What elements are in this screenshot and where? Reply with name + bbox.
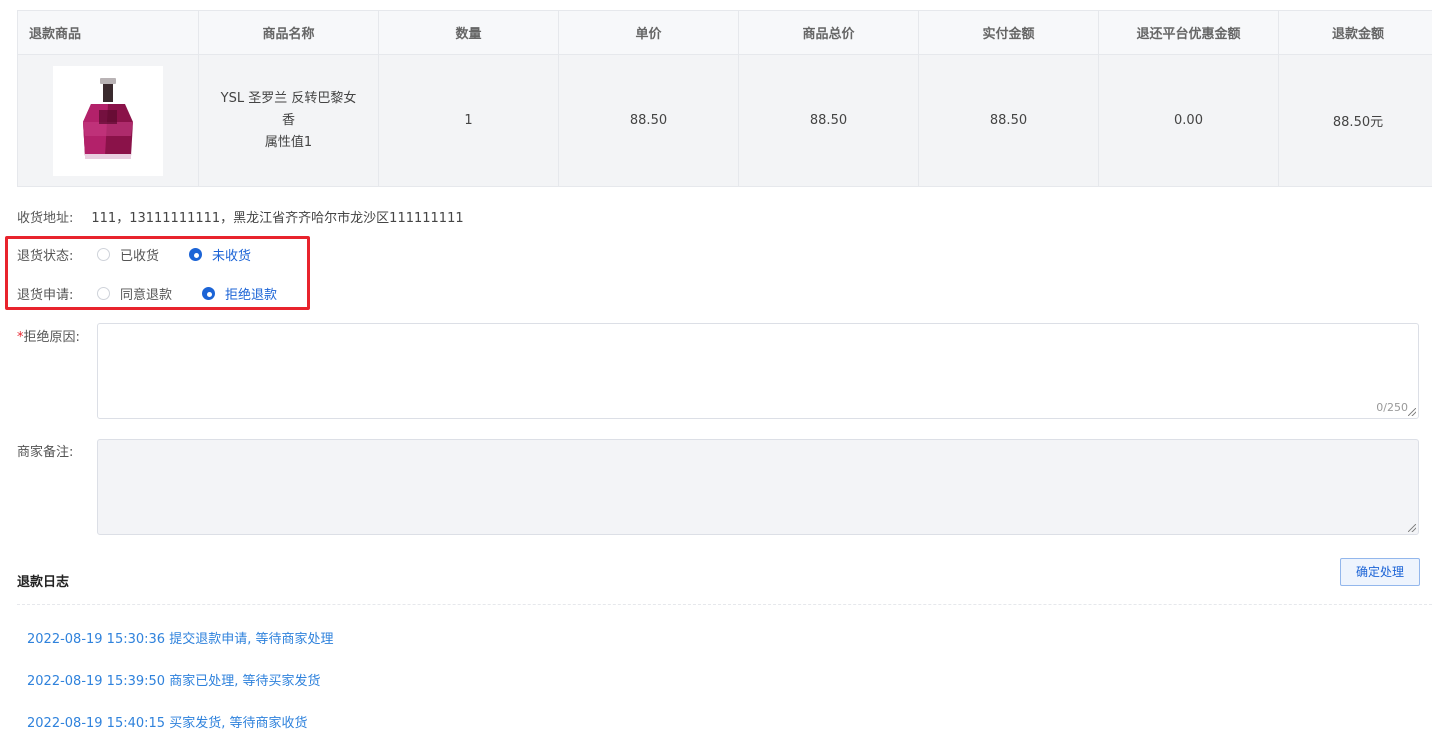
total-price-cell: 88.50 xyxy=(738,54,919,187)
product-name-line2: 香 xyxy=(281,112,295,128)
radio-agree-refund[interactable]: 同意退款 xyxy=(97,284,172,303)
return-status-group: 退货状态: 已收货 未收货 xyxy=(17,245,281,264)
reject-reason-label: *拒绝原因: xyxy=(17,326,80,345)
radio-received-label: 已收货 xyxy=(120,249,160,264)
resize-handle-icon[interactable] xyxy=(1408,524,1416,532)
radio-circle-icon xyxy=(97,287,110,300)
radio-reject-refund[interactable]: 拒绝退款 xyxy=(202,284,277,303)
refund-items-table: 退款商品 商品名称 数量 单价 商品总价 实付金额 退还平台优惠金额 退款金额 xyxy=(17,10,1432,187)
refund-log-title: 退款日志 xyxy=(17,575,70,590)
perfume-bottle-icon xyxy=(83,77,133,159)
return-request-group: 退货申请: 同意退款 拒绝退款 xyxy=(17,284,307,303)
radio-agree-refund-label: 同意退款 xyxy=(120,288,173,303)
product-name-cell: YSL 圣罗兰 反转巴黎女 香 属性值1 xyxy=(198,54,379,187)
col-header-platform-discount: 退还平台优惠金额 xyxy=(1098,10,1279,55)
address-label: 收货地址: xyxy=(17,211,74,226)
confirm-process-button[interactable]: 确定处理 xyxy=(1340,558,1420,586)
unit-price-cell: 88.50 xyxy=(558,54,739,187)
merchant-note-textarea[interactable] xyxy=(97,439,1419,535)
paid-amount-cell: 88.50 xyxy=(918,54,1099,187)
shipping-address: 收货地址: 111，13111111111，黑龙江省齐齐哈尔市龙沙区111111… xyxy=(17,207,464,226)
platform-discount-cell: 0.00 xyxy=(1098,54,1279,187)
return-request-label: 退货申请: xyxy=(17,288,74,303)
col-header-total-price: 商品总价 xyxy=(738,10,919,55)
log-entry: 2022-08-19 15:30:36 提交退款申请, 等待商家处理 xyxy=(27,632,334,647)
col-header-paid-amount: 实付金额 xyxy=(918,10,1099,55)
log-entry: 2022-08-19 15:40:15 买家发货, 等待商家收货 xyxy=(27,716,308,731)
radio-not-received-label: 未收货 xyxy=(212,249,252,264)
resize-handle-icon[interactable] xyxy=(1408,408,1416,416)
product-thumbnail[interactable] xyxy=(53,65,163,176)
product-attribute: 属性值1 xyxy=(264,134,313,150)
return-status-label: 退货状态: xyxy=(17,249,74,264)
refund-amount-cell: 88.50元 xyxy=(1278,54,1432,187)
table-header-row: 退款商品 商品名称 数量 单价 商品总价 实付金额 退还平台优惠金额 退款金额 xyxy=(17,10,1432,55)
radio-reject-refund-label: 拒绝退款 xyxy=(225,288,278,303)
radio-checked-icon xyxy=(202,287,216,300)
char-counter: 0/250 xyxy=(1376,401,1408,414)
quantity-cell: 1 xyxy=(378,54,559,187)
col-header-product-name: 商品名称 xyxy=(198,10,379,55)
radio-circle-icon xyxy=(97,248,110,261)
col-header-unit-price: 单价 xyxy=(558,10,739,55)
radio-received[interactable]: 已收货 xyxy=(97,245,159,264)
col-header-refund-amount: 退款金额 xyxy=(1278,10,1432,55)
radio-not-received[interactable]: 未收货 xyxy=(189,245,251,264)
col-header-refund-product: 退款商品 xyxy=(17,10,199,55)
product-name-line1: YSL 圣罗兰 反转巴黎女 xyxy=(220,90,357,106)
col-header-quantity: 数量 xyxy=(378,10,559,55)
table-row: YSL 圣罗兰 反转巴黎女 香 属性值1 1 88.50 88.50 88.50… xyxy=(17,54,1432,187)
log-entry: 2022-08-19 15:39:50 商家已处理, 等待买家发货 xyxy=(27,674,321,689)
reject-reason-label-text: 拒绝原因: xyxy=(23,330,80,345)
merchant-note-label: 商家备注: xyxy=(17,445,74,460)
address-value: 111，13111111111，黑龙江省齐齐哈尔市龙沙区111111111 xyxy=(91,211,464,226)
reject-reason-textarea[interactable]: 0/250 xyxy=(97,323,1419,419)
product-image-cell xyxy=(17,54,199,187)
radio-checked-icon xyxy=(189,248,203,261)
divider xyxy=(17,604,1432,605)
